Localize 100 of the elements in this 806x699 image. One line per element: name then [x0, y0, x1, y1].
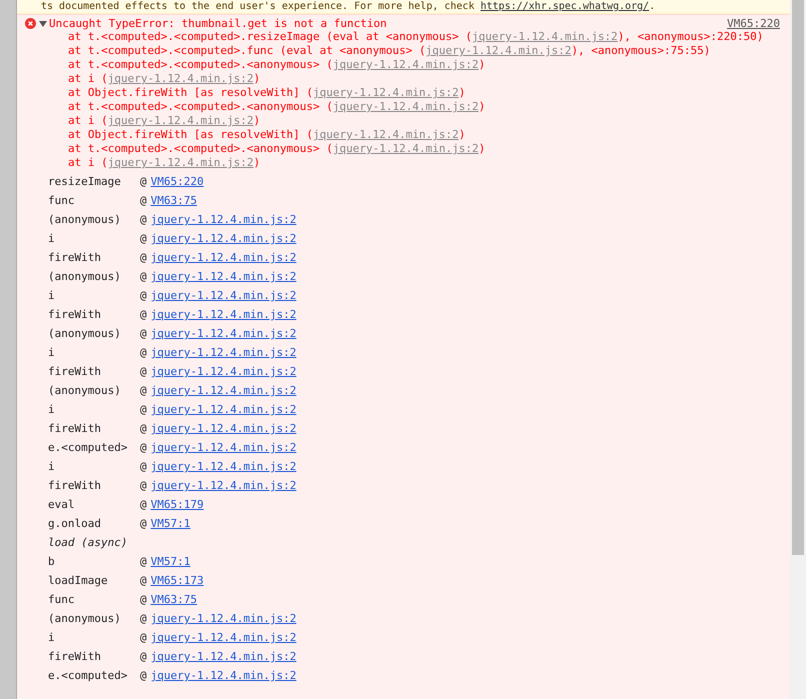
source-link[interactable]: jquery-1.12.4.min.js:2	[150, 365, 296, 378]
expand-triangle-icon[interactable]	[39, 20, 47, 28]
at-sign: @	[140, 251, 147, 264]
function-name: fireWith	[48, 308, 102, 321]
source-link[interactable]: jquery-1.12.4.min.js:2	[150, 479, 296, 492]
at-sign: @	[140, 194, 147, 207]
stack-link[interactable]: jquery-1.12.4.min.js:2	[108, 156, 254, 169]
at-sign: @	[140, 384, 147, 397]
stack-line: at t.<computed>.<computed>.<anonymous> (jquery-1.12.4.min.js:2)	[68, 142, 486, 156]
source-link[interactable]: jquery-1.12.4.min.js:2	[150, 384, 296, 397]
function-name: e.<computed>	[48, 669, 128, 682]
source-link[interactable]: VM65:220	[150, 175, 204, 188]
source-link[interactable]: jquery-1.12.4.min.js:2	[150, 232, 296, 245]
source-link[interactable]: jquery-1.12.4.min.js:2	[150, 460, 296, 473]
function-name: func	[48, 194, 76, 207]
stack-link[interactable]: jquery-1.12.4.min.js:2	[472, 30, 618, 43]
function-name: (anonymous)	[48, 327, 122, 340]
source-link[interactable]: jquery-1.12.4.min.js:2	[150, 403, 296, 416]
stack-link[interactable]: jquery-1.12.4.min.js:2	[108, 72, 254, 85]
at-sign: @	[140, 422, 147, 435]
function-name: fireWith	[48, 365, 102, 378]
function-name: (anonymous)	[48, 270, 122, 283]
at-sign: @	[140, 517, 147, 530]
function-name: g.onload	[48, 517, 102, 530]
stack-link[interactable]: jquery-1.12.4.min.js:2	[426, 44, 572, 57]
source-link[interactable]: VM57:1	[150, 517, 190, 530]
at-sign: @	[140, 574, 147, 587]
async-label: load (async)	[48, 536, 128, 549]
at-sign: @	[140, 612, 147, 625]
function-name: resizeImage	[48, 175, 122, 188]
stack-link[interactable]: jquery-1.12.4.min.js:2	[332, 100, 479, 113]
source-link[interactable]: jquery-1.12.4.min.js:2	[150, 422, 296, 435]
at-sign: @	[140, 308, 147, 321]
function-name: (anonymous)	[48, 213, 122, 226]
source-link[interactable]: VM63:75	[150, 194, 197, 207]
source-link[interactable]: VM57:1	[150, 555, 190, 568]
function-name: b	[48, 555, 56, 568]
source-link[interactable]: VM65:173	[150, 574, 204, 587]
error-icon	[25, 18, 36, 29]
at-sign: @	[140, 365, 147, 378]
source-link[interactable]: jquery-1.12.4.min.js:2	[150, 650, 296, 663]
source-link[interactable]: jquery-1.12.4.min.js:2	[150, 308, 296, 321]
function-name: fireWith	[48, 479, 102, 492]
spec-link[interactable]: https://xhr.spec.whatwg.org/	[480, 1, 650, 12]
function-name: e.<computed>	[48, 441, 128, 454]
function-name: fireWith	[48, 251, 102, 264]
at-sign: @	[140, 498, 147, 511]
function-name: fireWith	[48, 422, 102, 435]
at-sign: @	[140, 593, 147, 606]
function-name: i	[48, 631, 56, 644]
source-link[interactable]: jquery-1.12.4.min.js:2	[150, 631, 296, 644]
stack-line: at i (jquery-1.12.4.min.js:2)	[68, 114, 262, 128]
stack-line: at Object.fireWith [as resolveWith] (jquery-1.12.4.min.js:2)	[68, 128, 466, 142]
stack-line: at t.<computed>.<computed>.<anonymous> (jquery-1.12.4.min.js:2)	[68, 58, 486, 72]
warning-text: ts documented effects to the end user's experience. For more help, check https://xhr.spec.whatwg.org/.	[41, 1, 656, 12]
source-link[interactable]: VM65:179	[150, 498, 204, 511]
at-sign: @	[140, 289, 147, 302]
source-link[interactable]: jquery-1.12.4.min.js:2	[150, 669, 296, 682]
stack-line: at i (jquery-1.12.4.min.js:2)	[68, 156, 262, 170]
source-link[interactable]: VM65:220	[727, 17, 780, 30]
stack-line: at Object.fireWith [as resolveWith] (jquery-1.12.4.min.js:2)	[68, 86, 466, 100]
stack-link[interactable]: jquery-1.12.4.min.js:2	[108, 114, 254, 127]
stack-link[interactable]: jquery-1.12.4.min.js:2	[332, 142, 479, 155]
source-link[interactable]: jquery-1.12.4.min.js:2	[150, 612, 296, 625]
function-name: i	[48, 403, 56, 416]
source-link[interactable]: jquery-1.12.4.min.js:2	[150, 327, 296, 340]
at-sign: @	[140, 232, 147, 245]
source-link[interactable]: jquery-1.12.4.min.js:2	[150, 270, 296, 283]
source-link[interactable]: VM63:75	[150, 593, 197, 606]
function-name: i	[48, 346, 56, 359]
source-link[interactable]: jquery-1.12.4.min.js:2	[150, 441, 296, 454]
function-name: i	[48, 460, 56, 473]
source-link[interactable]: jquery-1.12.4.min.js:2	[150, 251, 296, 264]
source-link[interactable]: jquery-1.12.4.min.js:2	[150, 289, 296, 302]
stack-link[interactable]: jquery-1.12.4.min.js:2	[313, 128, 459, 141]
at-sign: @	[140, 403, 147, 416]
source-link[interactable]: jquery-1.12.4.min.js:2	[150, 346, 296, 359]
source-link[interactable]: jquery-1.12.4.min.js:2	[150, 213, 296, 226]
at-sign: @	[140, 650, 147, 663]
at-sign: @	[140, 346, 147, 359]
function-name: i	[48, 289, 56, 302]
function-name: eval	[48, 498, 76, 511]
function-name: (anonymous)	[48, 612, 122, 625]
at-sign: @	[140, 175, 147, 188]
stack-link[interactable]: jquery-1.12.4.min.js:2	[332, 58, 479, 71]
stack-line: at t.<computed>.<computed>.resizeImage (eval at <anonymous> (jquery-1.12.4.min.js:2), <anonymous>:220:50)	[68, 30, 764, 44]
stack-link[interactable]: jquery-1.12.4.min.js:2	[313, 86, 459, 99]
stack-line: at i (jquery-1.12.4.min.js:2)	[68, 72, 262, 86]
function-name: loadImage	[48, 574, 109, 587]
at-sign: @	[140, 460, 147, 473]
at-sign: @	[140, 270, 147, 283]
at-sign: @	[140, 213, 147, 226]
scrollbar-thumb[interactable]	[792, 0, 804, 555]
at-sign: @	[140, 631, 147, 644]
function-name: func	[48, 593, 76, 606]
function-name: fireWith	[48, 650, 102, 663]
at-sign: @	[140, 327, 147, 340]
function-name: (anonymous)	[48, 384, 122, 397]
at-sign: @	[140, 441, 147, 454]
function-name: i	[48, 232, 56, 245]
